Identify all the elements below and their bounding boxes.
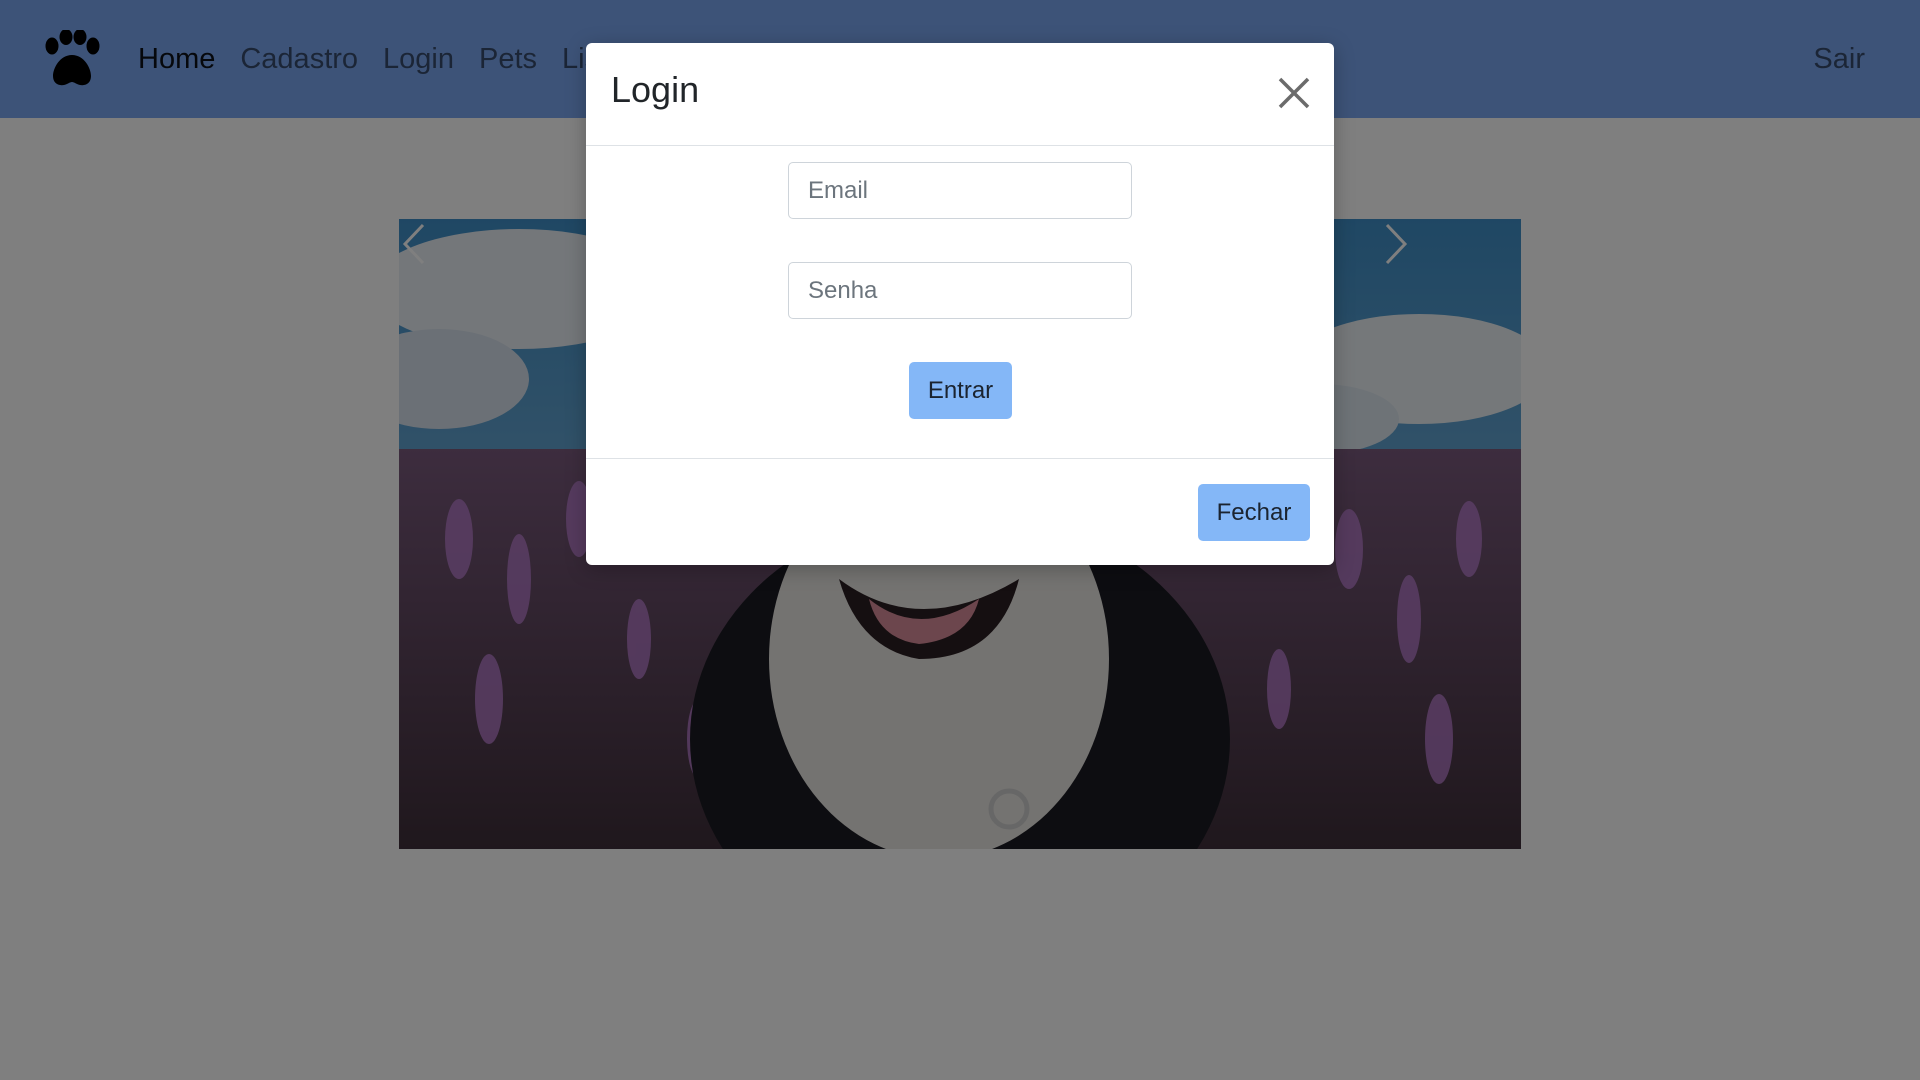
modal-title: Login <box>611 69 700 110</box>
login-modal: Login Entrar Fechar <box>586 43 1334 565</box>
modal-footer: Fechar <box>586 458 1334 565</box>
entrar-button[interactable]: Entrar <box>909 362 1012 419</box>
senha-field[interactable] <box>788 262 1132 319</box>
modal-header: Login <box>586 43 1334 146</box>
close-icon[interactable] <box>1274 73 1314 113</box>
fechar-button[interactable]: Fechar <box>1198 484 1310 541</box>
email-field[interactable] <box>788 162 1132 219</box>
